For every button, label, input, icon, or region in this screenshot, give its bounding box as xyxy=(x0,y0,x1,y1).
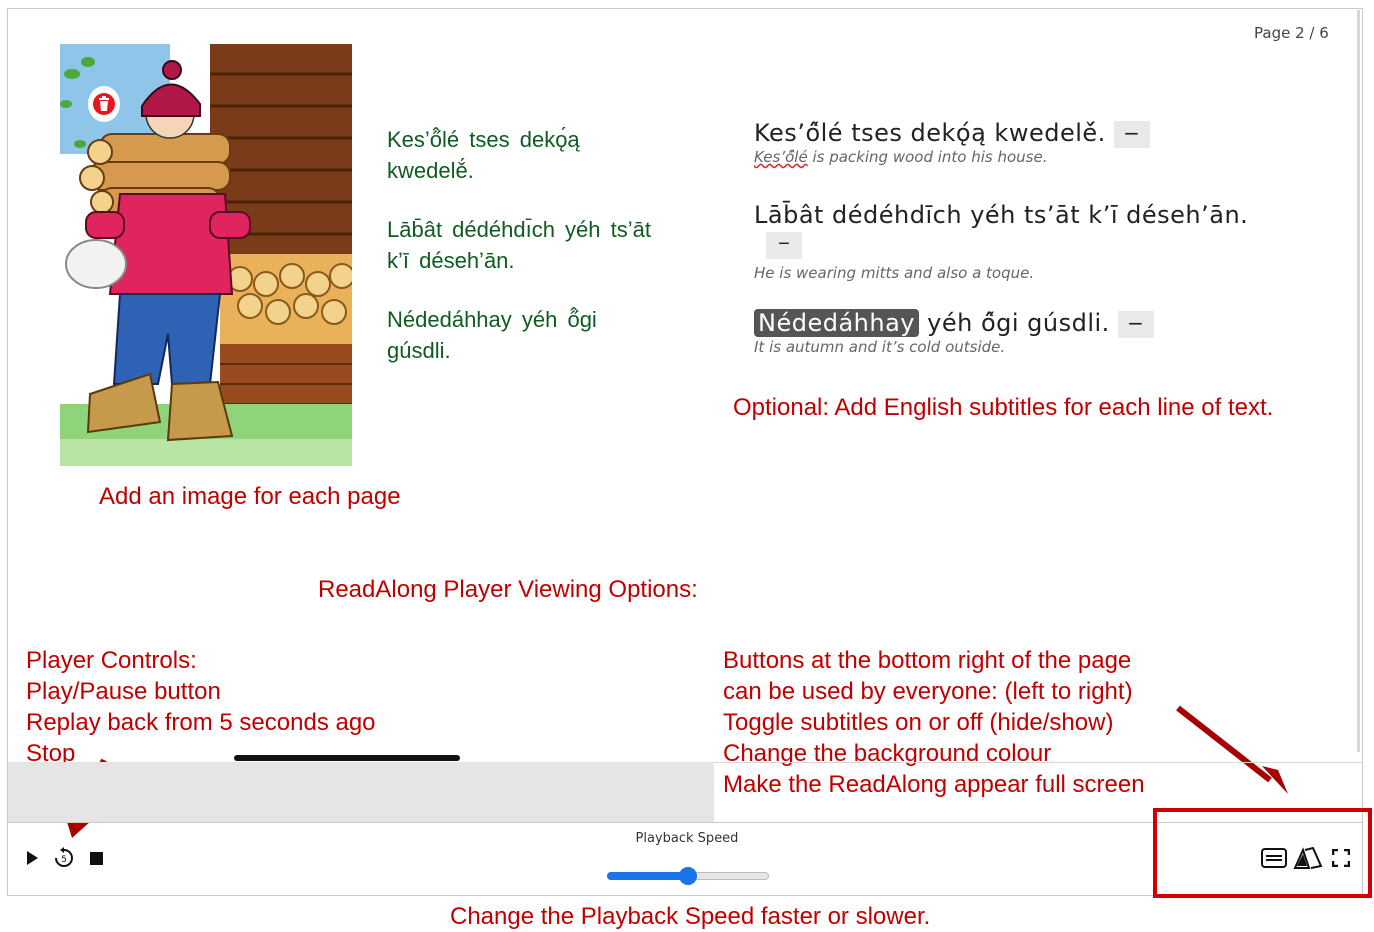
player-gray-panel xyxy=(8,762,714,822)
play-icon xyxy=(27,851,38,865)
playback-speed-label: Playback Speed xyxy=(635,831,739,846)
replay-seconds-label: 5 xyxy=(61,855,67,865)
stop-button[interactable] xyxy=(86,846,106,870)
progress-indicator[interactable] xyxy=(234,755,460,761)
annotation-playback-speed: Change the Playback Speed faster or slow… xyxy=(450,903,931,930)
stop-icon xyxy=(90,852,103,865)
slider-fill xyxy=(607,872,688,880)
slider-thumb[interactable] xyxy=(679,867,697,885)
playback-speed-slider[interactable] xyxy=(607,867,769,885)
replay-button[interactable]: 5 xyxy=(50,846,78,870)
play-button[interactable] xyxy=(22,846,42,870)
replay-5-icon: 5 xyxy=(55,847,73,867)
annotation-highlight-box xyxy=(1153,808,1372,898)
